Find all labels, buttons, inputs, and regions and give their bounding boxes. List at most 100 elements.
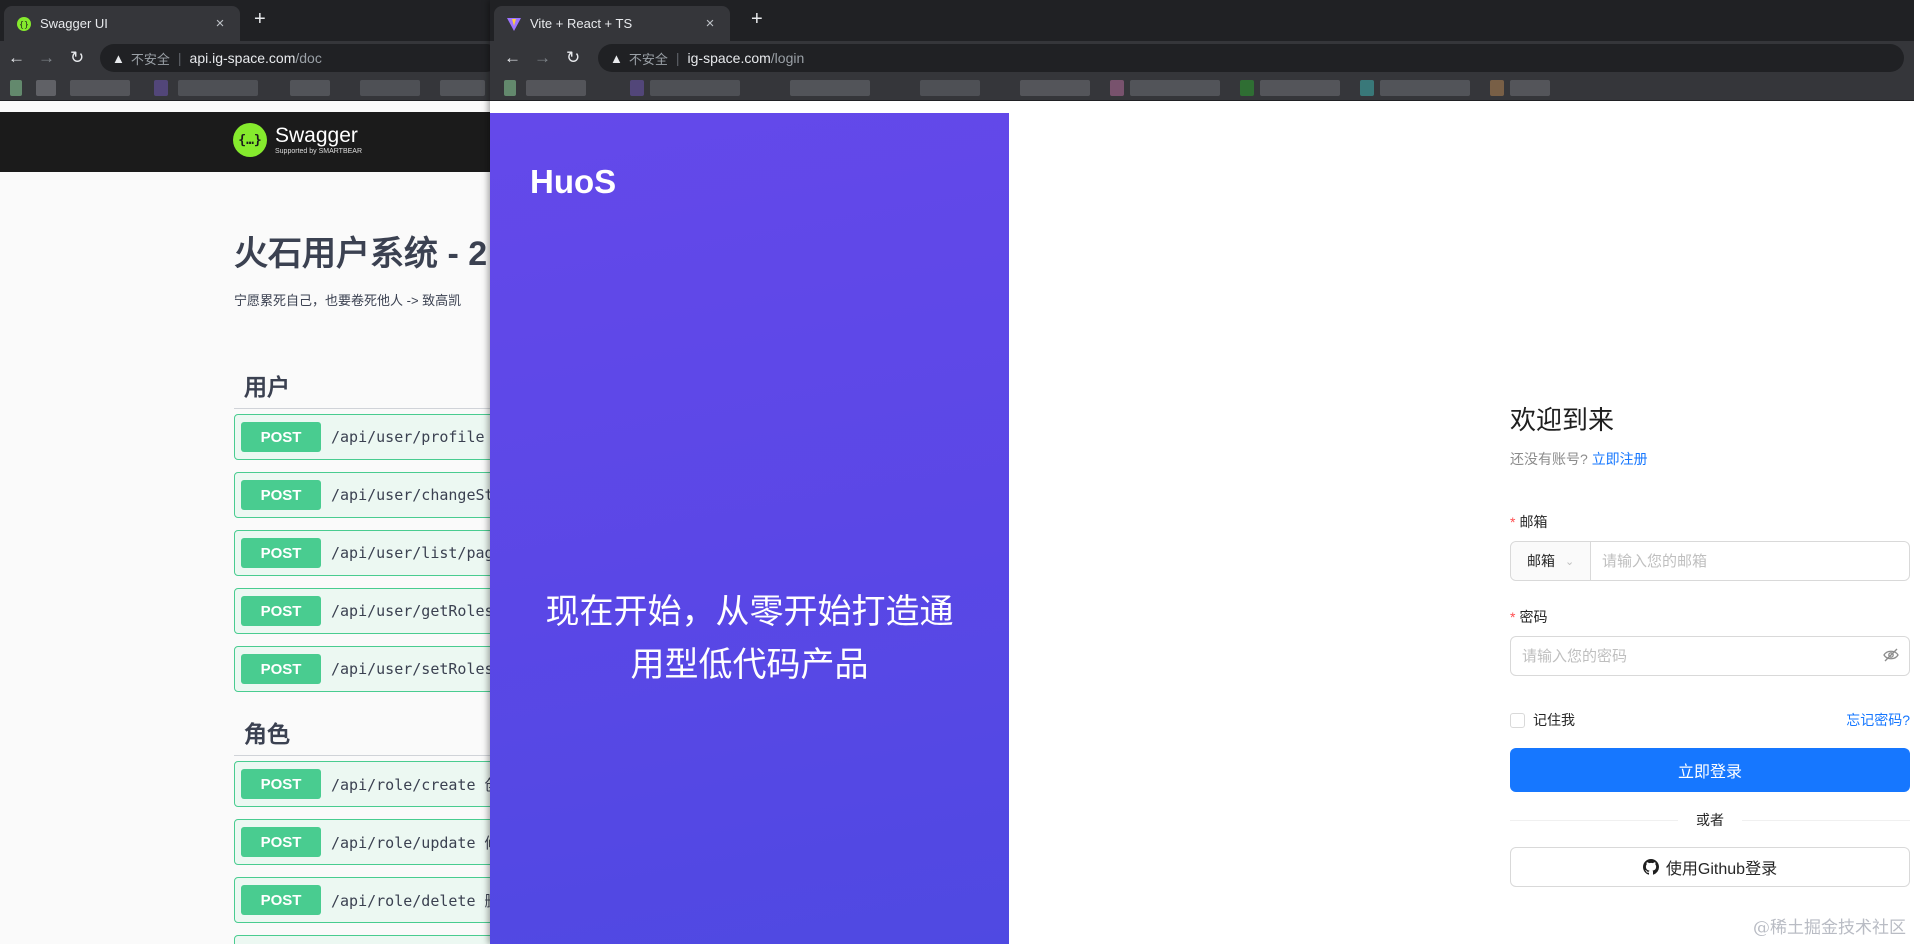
section-role[interactable]: 角色 (234, 715, 490, 756)
bookmark-item[interactable] (178, 80, 258, 96)
login-button[interactable]: 立即登录 (1510, 748, 1910, 792)
eye-invisible-icon[interactable] (1873, 647, 1909, 666)
bookmark-item[interactable] (290, 80, 330, 96)
bookmarks-bar (0, 75, 490, 101)
address-bar[interactable]: ▲ 不安全 | ig-space.com /login (598, 44, 1904, 72)
register-link[interactable]: 立即注册 (1592, 451, 1648, 467)
not-secure-label: 不安全 (130, 51, 170, 67)
divider-text: 或者 (1696, 812, 1724, 828)
bookmark-item[interactable] (360, 80, 420, 96)
bookmark-item[interactable] (1240, 80, 1254, 96)
operation-row[interactable]: POST /api/role/update 修 (234, 819, 490, 865)
email-field-group: 邮箱 ⌄ (1510, 541, 1910, 581)
tab-title: Swagger UI (40, 16, 108, 31)
operation-row[interactable]: POST /api/role/delete 删 (234, 877, 490, 923)
remember-me-checkbox[interactable]: 记住我 (1510, 710, 1575, 730)
watermark: @稀土掘金技术社区 (1753, 918, 1906, 938)
operation-row[interactable]: POST /api/user/list/pag (234, 530, 490, 576)
remember-me-label: 记住我 (1533, 712, 1575, 728)
tab-close-icon[interactable]: × (702, 15, 718, 32)
operation-row[interactable]: POST /api/role/create 创 (234, 761, 490, 807)
swagger-browser-window: {} Swagger UI × + ← → ↻ ▲ 不安全 | api.ig-s… (0, 0, 490, 944)
login-form: 欢迎到来 还没有账号? 立即注册 *邮箱 邮箱 ⌄ *密码 记住我 (1510, 400, 1910, 887)
email-type-select[interactable]: 邮箱 ⌄ (1511, 542, 1591, 580)
or-divider: 或者 (1510, 810, 1910, 830)
github-button-label: 使用Github登录 (1665, 861, 1778, 878)
bookmark-item[interactable] (650, 80, 740, 96)
bookmark-item[interactable] (440, 80, 485, 96)
operation-row[interactable]: POST /api/user/setRoles (234, 646, 490, 692)
bookmark-item[interactable] (1360, 80, 1374, 96)
method-badge: POST (241, 769, 321, 799)
method-badge: POST (241, 654, 321, 684)
bookmark-item[interactable] (1490, 80, 1504, 96)
forgot-password-link[interactable]: 忘记密码? (1846, 710, 1910, 730)
github-login-button[interactable]: 使用Github登录 (1510, 847, 1910, 887)
bookmark-item[interactable] (1130, 80, 1220, 96)
reload-button[interactable]: ↻ (70, 48, 84, 68)
operation-path: /api/user/setRoles (331, 660, 490, 678)
operation-row-partial[interactable] (234, 935, 490, 944)
address-bar[interactable]: ▲ 不安全 | api.ig-space.com /doc (100, 44, 490, 72)
slogan-line-2: 用型低代码产品 (630, 646, 869, 684)
bookmark-item[interactable] (790, 80, 870, 96)
bookmark-item[interactable] (630, 80, 644, 96)
warning-icon: ▲ (112, 50, 125, 66)
operation-row[interactable]: POST /api/user/getRoles (234, 588, 490, 634)
back-button[interactable]: ← (504, 48, 521, 68)
svg-text:{}: {} (19, 20, 29, 29)
operation-path: /api/role/update 修 (331, 833, 490, 852)
section-user[interactable]: 用户 (234, 368, 490, 409)
password-input[interactable] (1511, 637, 1873, 675)
bookmark-item[interactable] (920, 80, 980, 96)
address-separator: | (177, 50, 182, 66)
operation-path: /api/user/profile (331, 428, 485, 446)
operation-path: /api/user/list/pag (331, 544, 490, 562)
tab-title: Vite + React + TS (530, 16, 633, 31)
tab-vite-react[interactable]: Vite + React + TS × (494, 6, 730, 41)
url-path: /login (770, 50, 805, 66)
register-prompt: 还没有账号? 立即注册 (1510, 449, 1910, 469)
bookmark-item[interactable] (36, 80, 56, 96)
bookmark-item[interactable] (10, 80, 22, 96)
bookmark-item[interactable] (1110, 80, 1124, 96)
bookmark-item[interactable] (1510, 80, 1550, 96)
operation-row[interactable]: POST /api/user/profile (234, 414, 490, 460)
hero-slogan: 现在开始，从零开始打造通 用型低代码产品 (490, 586, 1009, 692)
vite-favicon-icon (506, 16, 522, 32)
bookmark-item[interactable] (154, 80, 168, 96)
bookmark-item[interactable] (1020, 80, 1090, 96)
brand-logo-text: HuoS (530, 163, 617, 200)
forward-button[interactable]: → (38, 48, 55, 68)
email-label-text: 邮箱 (1519, 514, 1548, 530)
swagger-logo[interactable]: {…} Swagger Supported by SMARTBEAR (233, 123, 362, 157)
swagger-logo-icon: {…} (233, 123, 267, 157)
bookmark-item[interactable] (526, 80, 586, 96)
operation-row[interactable]: POST /api/user/changeSt (234, 472, 490, 518)
bookmark-item[interactable] (70, 80, 130, 96)
new-tab-button[interactable]: + (751, 8, 763, 31)
bookmarks-bar (490, 75, 1914, 101)
new-tab-button[interactable]: + (254, 8, 266, 31)
reload-button[interactable]: ↻ (566, 48, 580, 68)
right-toolbar: ← → ↻ ▲ 不安全 | ig-space.com /login (490, 41, 1914, 75)
left-browser-chrome: {} Swagger UI × + ← → ↻ ▲ 不安全 | api.ig-s… (0, 0, 490, 101)
chevron-down-icon: ⌄ (1565, 555, 1575, 568)
tab-close-icon[interactable]: × (212, 15, 228, 32)
bookmark-item[interactable] (1260, 80, 1340, 96)
tab-swagger-ui[interactable]: {} Swagger UI × (4, 6, 240, 41)
method-badge: POST (241, 538, 321, 568)
checkbox-box[interactable] (1510, 712, 1525, 728)
email-input[interactable] (1591, 542, 1909, 580)
api-description: 宁愿累死自己，也要卷死他人 -> 致高凯 (234, 293, 462, 308)
url-domain: api.ig-space.com (189, 50, 296, 66)
bookmark-item[interactable] (1380, 80, 1470, 96)
warning-icon: ▲ (610, 50, 623, 66)
forward-button[interactable]: → (534, 48, 551, 68)
bookmark-item[interactable] (504, 80, 516, 96)
password-label-text: 密码 (1519, 609, 1548, 625)
swagger-favicon-icon: {} (16, 16, 32, 32)
swagger-brand-sub: Supported by SMARTBEAR (275, 148, 363, 155)
api-title: 火石用户系统 - 2 (234, 235, 488, 273)
back-button[interactable]: ← (8, 48, 25, 68)
